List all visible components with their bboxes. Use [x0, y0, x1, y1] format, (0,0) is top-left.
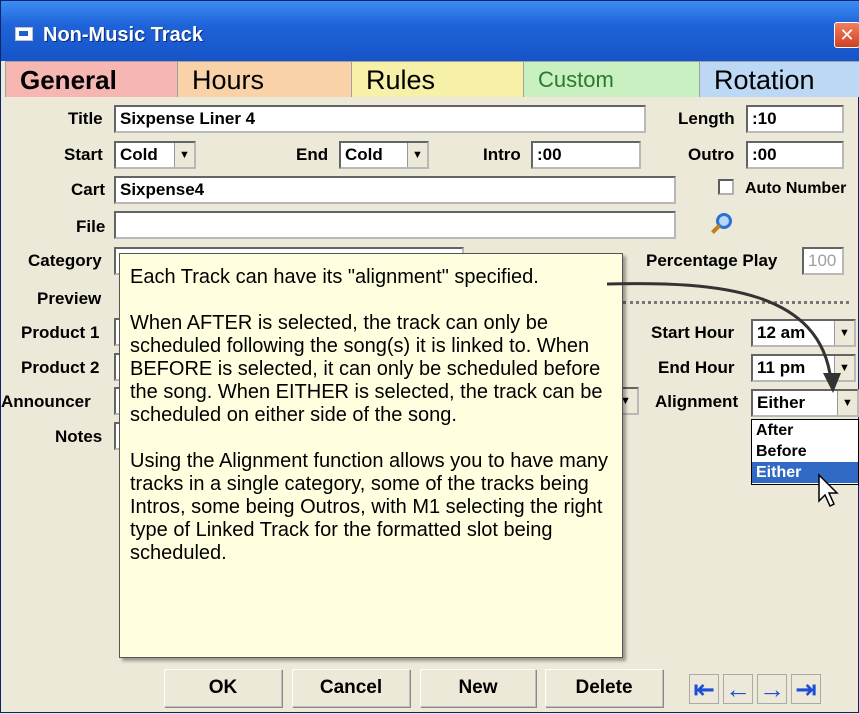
product2-label: Product 2: [21, 358, 100, 377]
notes-label: Notes: [55, 427, 103, 446]
alignment-option-after[interactable]: After: [752, 420, 858, 441]
length-label: Length: [678, 109, 735, 128]
start-hour-label: Start Hour: [651, 323, 735, 342]
cart-field[interactable]: Sixpense4: [114, 176, 676, 204]
start-value: Cold: [120, 145, 158, 164]
announcer-label: Announcer: [1, 392, 91, 411]
non-music-track-window: Non-Music Track ✕ General Hours Rules Cu…: [0, 0, 859, 713]
percentage-play-label: Percentage Play: [646, 251, 778, 270]
previous-record-icon[interactable]: ←: [723, 674, 753, 704]
start-hour-value: 12 am: [757, 323, 806, 342]
alignment-dropdown-list: After Before Either: [751, 419, 859, 485]
file-label: File: [76, 217, 106, 236]
chevron-down-icon[interactable]: ▼: [834, 356, 854, 380]
alignment-value: Either: [757, 393, 806, 412]
next-record-icon[interactable]: →: [757, 674, 787, 704]
auto-number-checkbox[interactable]: [718, 179, 734, 195]
last-record-icon[interactable]: ⇥: [791, 674, 821, 704]
preview-label: Preview: [37, 289, 102, 308]
app-icon: [15, 27, 33, 41]
window-title: Non-Music Track: [43, 24, 204, 46]
browse-file-button[interactable]: [708, 209, 738, 239]
title-field[interactable]: Sixpense Liner 4: [114, 105, 646, 133]
first-record-icon[interactable]: ⇤: [689, 674, 719, 704]
end-hour-value: 11 pm: [757, 358, 806, 377]
percentage-play-field: 100: [802, 247, 844, 275]
tab-general[interactable]: General: [5, 61, 185, 97]
close-button[interactable]: ✕: [834, 22, 859, 48]
alignment-option-before[interactable]: Before: [752, 441, 858, 462]
file-field[interactable]: [114, 211, 676, 239]
title-bar: Non-Music Track ✕: [1, 1, 859, 61]
alignment-help-callout: Each Track can have its "alignment" spec…: [119, 253, 623, 658]
tab-custom[interactable]: Custom: [523, 61, 703, 97]
end-value: Cold: [345, 145, 383, 164]
product1-label: Product 1: [21, 323, 100, 342]
title-label: Title: [68, 109, 103, 128]
callout-paragraph-2: When AFTER is selected, the track can on…: [130, 312, 603, 426]
intro-field[interactable]: :00: [531, 141, 641, 169]
ok-button[interactable]: OK: [164, 669, 282, 707]
tab-rotation[interactable]: Rotation: [699, 61, 859, 97]
alignment-select[interactable]: Either ▼: [751, 389, 859, 417]
preview-divider: [623, 301, 849, 304]
intro-label: Intro: [483, 145, 521, 164]
start-hour-select[interactable]: 12 am ▼: [751, 319, 856, 347]
delete-button[interactable]: Delete: [545, 669, 663, 707]
length-field[interactable]: :10: [746, 105, 844, 133]
new-button[interactable]: New: [420, 669, 536, 707]
end-hour-select[interactable]: 11 pm ▼: [751, 354, 856, 382]
callout-paragraph-3: Using the Alignment function allows you …: [130, 450, 609, 564]
chevron-down-icon[interactable]: ▼: [834, 321, 854, 345]
chevron-down-icon[interactable]: ▼: [174, 143, 194, 167]
cart-label: Cart: [71, 180, 106, 199]
auto-number-label: Auto Number: [745, 180, 847, 197]
tab-rules[interactable]: Rules: [351, 61, 531, 97]
magnifier-handle: [711, 224, 721, 234]
alignment-option-either[interactable]: Either: [752, 462, 858, 483]
start-select[interactable]: Cold ▼: [114, 141, 196, 169]
alignment-label: Alignment: [655, 392, 739, 411]
end-label: End: [296, 145, 329, 164]
tab-hours[interactable]: Hours: [177, 61, 357, 97]
end-select[interactable]: Cold ▼: [339, 141, 429, 169]
category-label: Category: [28, 251, 102, 270]
outro-field[interactable]: :00: [746, 141, 844, 169]
start-label: Start: [64, 145, 103, 164]
end-hour-label: End Hour: [658, 358, 735, 377]
callout-paragraph-1: Each Track can have its "alignment" spec…: [130, 266, 539, 288]
chevron-down-icon[interactable]: ▼: [837, 391, 857, 415]
chevron-down-icon[interactable]: ▼: [407, 143, 427, 167]
cancel-button[interactable]: Cancel: [292, 669, 410, 707]
outro-label: Outro: [688, 145, 735, 164]
